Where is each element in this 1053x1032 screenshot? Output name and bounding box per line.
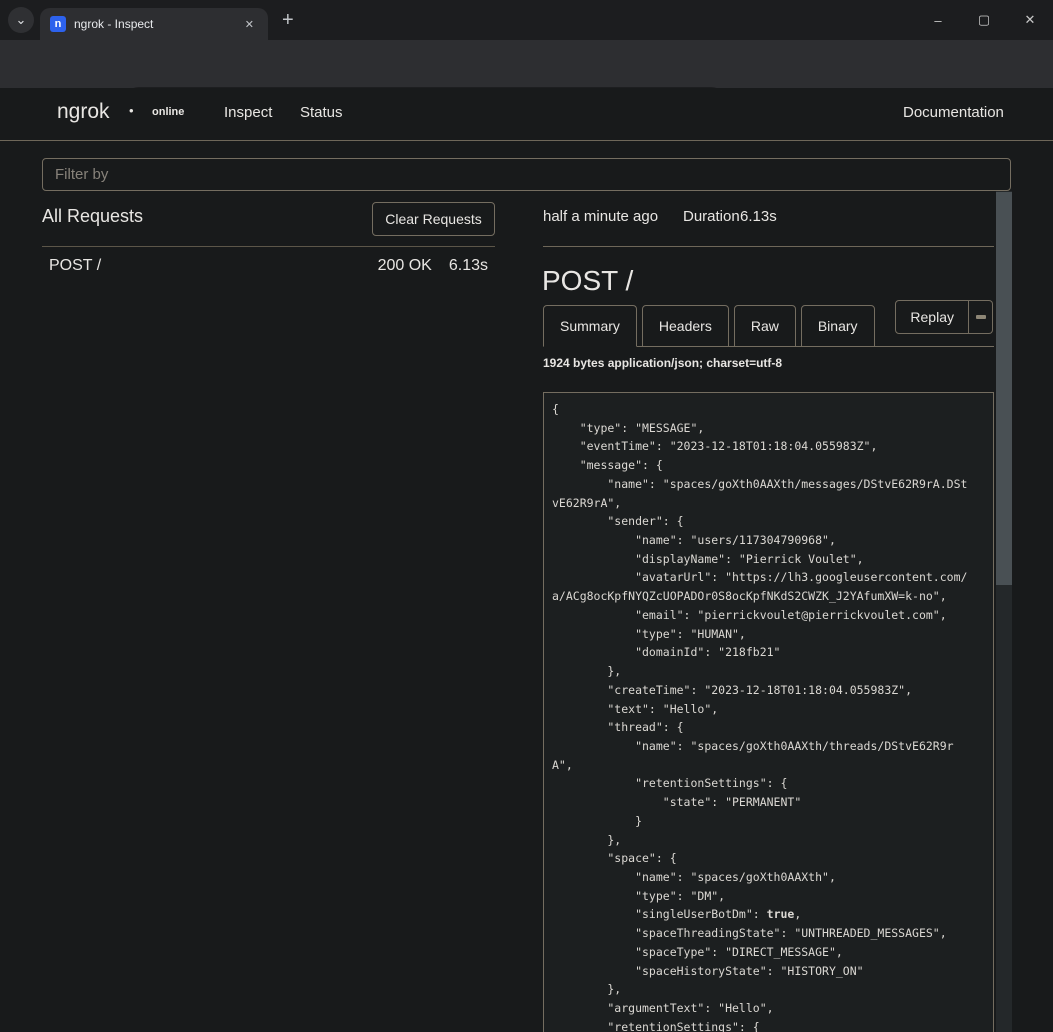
json-line: "displayName": "Pierrick Voulet", (552, 550, 985, 569)
duration-value: 6.13s (740, 208, 777, 225)
json-line: "message": { (552, 456, 985, 475)
tab-search-button[interactable]: ⌄ (8, 7, 34, 33)
request-row[interactable]: POST / 200 OK 6.13s (42, 247, 495, 285)
json-line: "retentionSettings": { (552, 1018, 985, 1032)
json-line: "text": "Hello", (552, 700, 985, 719)
ngrok-logo[interactable]: ngrok (57, 100, 110, 124)
json-line: }, (552, 662, 985, 681)
json-line: }, (552, 980, 985, 999)
json-line: a/ACg8ocKpfNYQZcUOPADOr0S8ocKpfNKdS2CWZK… (552, 587, 985, 606)
request-time-ago: half a minute ago (543, 208, 658, 225)
json-line: { (552, 400, 985, 419)
tab-title: ngrok - Inspect (74, 17, 241, 31)
json-line: "state": "PERMANENT" (552, 793, 985, 812)
json-line: "eventTime": "2023-12-18T01:18:04.055983… (552, 437, 985, 456)
scrollbar-thumb[interactable] (996, 192, 1012, 585)
detail-tab[interactable]: Binary (801, 305, 875, 347)
json-line: "type": "HUMAN", (552, 625, 985, 644)
browser-toolbar: ← → ↻ i 127.0.0.1:4040/inspect/http ☆ ⋮ (0, 40, 1053, 88)
status-online-label: online (152, 106, 184, 118)
all-requests-heading: All Requests (42, 206, 143, 227)
replay-options-icon (976, 315, 986, 319)
json-line: "thread": { (552, 718, 985, 737)
clear-requests-button[interactable]: Clear Requests (372, 202, 495, 236)
json-line: "spaceHistoryState": "HISTORY_ON" (552, 962, 985, 981)
json-line: }, (552, 831, 985, 850)
panel-scrollbar[interactable] (996, 191, 1012, 1032)
json-line: vE62R9rA", (552, 494, 985, 513)
json-line: "email": "pierrickvoulet@pierrickvoulet.… (552, 606, 985, 625)
content-meta: 1924 bytes application/json; charset=utf… (543, 356, 782, 370)
chevron-down-icon: ⌄ (16, 12, 27, 28)
request-status: 200 OK (378, 257, 432, 275)
json-line: } (552, 812, 985, 831)
detail-tab[interactable]: Headers (642, 305, 729, 347)
maximize-button[interactable]: ▢ (961, 0, 1007, 40)
request-duration: 6.13s (449, 257, 488, 275)
json-line: "createTime": "2023-12-18T01:18:04.05598… (552, 681, 985, 700)
status-dot-icon: • (129, 103, 134, 118)
json-line: "argumentText": "Hello", (552, 999, 985, 1018)
detail-divider (543, 246, 994, 247)
browser-tab[interactable]: n ngrok - Inspect ✕ (40, 8, 268, 40)
detail-tab[interactable]: Summary (543, 305, 637, 347)
window-controls: – ▢ ✕ (915, 0, 1053, 40)
ngrok-favicon-icon: n (50, 16, 66, 32)
json-line: "singleUserBotDm": true, (552, 905, 985, 924)
json-line: "spaceType": "DIRECT_MESSAGE", (552, 943, 985, 962)
json-line: "name": "spaces/goXth0AAXth/threads/DStv… (552, 737, 985, 756)
request-list: POST / 200 OK 6.13s (42, 247, 495, 285)
json-line: "retentionSettings": { (552, 774, 985, 793)
response-body: { "type": "MESSAGE", "eventTime": "2023-… (543, 392, 994, 1032)
json-line: "name": "spaces/goXth0AAXth/messages/DSt… (552, 475, 985, 494)
filter-input[interactable] (42, 158, 1011, 191)
json-line: "name": "users/117304790968", (552, 531, 985, 550)
detail-tabs-row: SummaryHeadersRawBinary Replay (543, 305, 994, 347)
request-method-path: POST / (49, 257, 378, 275)
json-line: "sender": { (552, 512, 985, 531)
replay-button[interactable]: Replay (895, 300, 969, 334)
tab-strip: ⌄ n ngrok - Inspect ✕ + – ▢ ✕ (0, 0, 1053, 40)
tab-close-icon[interactable]: ✕ (241, 16, 258, 33)
minimize-button[interactable]: – (915, 0, 961, 40)
json-line: A", (552, 756, 985, 775)
nav-link-status[interactable]: Status (300, 104, 343, 121)
ngrok-inspect-page: ngrok • online Inspect Status Documentat… (0, 88, 1053, 1032)
json-line: "avatarUrl": "https://lh3.googleusercont… (552, 568, 985, 587)
json-line: "name": "spaces/goXth0AAXth", (552, 868, 985, 887)
json-line: "domainId": "218fb21" (552, 643, 985, 662)
ngrok-navbar: ngrok • online Inspect Status Documentat… (0, 88, 1053, 141)
detail-tabs: SummaryHeadersRawBinary (543, 305, 875, 347)
close-button[interactable]: ✕ (1007, 0, 1053, 40)
replay-split-button: Replay (895, 300, 993, 334)
json-line: "space": { (552, 849, 985, 868)
json-line: "type": "DM", (552, 887, 985, 906)
new-tab-button[interactable]: + (282, 9, 294, 31)
json-line: "spaceThreadingState": "UNTHREADED_MESSA… (552, 924, 985, 943)
json-line: "type": "MESSAGE", (552, 419, 985, 438)
nav-link-documentation[interactable]: Documentation (903, 104, 1004, 121)
duration-label: Duration (683, 208, 740, 225)
replay-options-button[interactable] (969, 300, 993, 334)
browser-window: ⌄ n ngrok - Inspect ✕ + – ▢ ✕ ← → ↻ i 12… (0, 0, 1053, 1032)
detail-meta-row: half a minute ago Duration 6.13s (543, 208, 994, 225)
detail-title: POST / (542, 265, 633, 297)
nav-link-inspect[interactable]: Inspect (224, 104, 272, 121)
detail-tab[interactable]: Raw (734, 305, 796, 347)
